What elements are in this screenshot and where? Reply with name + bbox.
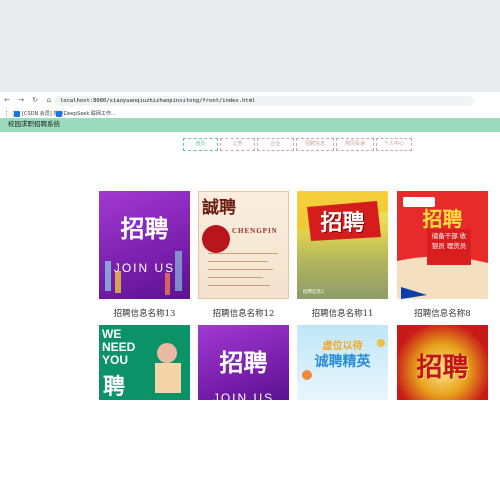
poster-subtitle: 招聘信息3 — [303, 290, 324, 295]
poster-headline: 誠聘 — [202, 198, 236, 218]
poster-subtitle: JOIN US — [113, 261, 176, 275]
job-poster[interactable]: 誠聘 CHENGPIN — [198, 191, 289, 299]
poster-headline: 招聘 — [416, 353, 469, 383]
menu-item-company[interactable]: 企业 — [257, 138, 294, 151]
poster-subtitle: CHENGPIN — [232, 227, 278, 235]
menu-item-home[interactable]: 首页 — [183, 138, 218, 151]
forward-icon[interactable]: → — [17, 96, 25, 104]
poster-headline: 聘 — [103, 375, 126, 400]
job-title[interactable]: 招聘信息名称11 — [297, 307, 388, 319]
browser-tab-strip — [0, 0, 500, 92]
menu-item-resume[interactable]: 简历投递 — [336, 138, 374, 151]
poster-subtitle: 虚位以待 — [322, 341, 363, 352]
job-title[interactable]: 招聘信息名称12 — [198, 307, 289, 319]
job-poster[interactable]: 招聘 招聘信息3 — [297, 191, 388, 299]
bookmark-label: DeepSeek 联网工作... — [64, 111, 116, 117]
back-icon[interactable]: ← — [3, 96, 11, 104]
poster-headline: 招聘 — [120, 215, 169, 243]
job-title[interactable]: 招聘信息名称13 — [99, 307, 190, 319]
menu-item-personal[interactable]: 个人中心 — [376, 138, 412, 151]
poster-subtitle: WE NEED YOU — [102, 327, 136, 367]
poster-headline: 招聘 — [422, 207, 463, 231]
reload-icon[interactable]: ↻ — [31, 96, 39, 104]
site-title: 校园求职招聘系统 — [8, 121, 60, 128]
bookmark-item[interactable]: DeepSeek 联网工作... — [56, 110, 116, 118]
job-poster[interactable]: 招聘 JOIN US — [198, 325, 289, 400]
job-poster[interactable]: 招聘 JOIN US — [99, 191, 190, 299]
job-poster[interactable]: WE NEED YOU 聘 — [99, 325, 190, 400]
site-header — [0, 118, 500, 132]
bookmark-icon — [14, 111, 20, 117]
poster-headline: 招聘 — [219, 349, 268, 377]
poster-decoration — [105, 251, 182, 295]
poster-headline: 招聘 — [320, 211, 365, 236]
menu-item-notice[interactable]: 公告 — [220, 138, 255, 151]
poster-subtitle: 储备干部 收银员 理货员 — [431, 232, 467, 250]
job-poster[interactable]: 虚位以待 诚聘精英 — [297, 325, 388, 400]
menu-item-jobs[interactable]: 招聘信息 — [296, 138, 334, 151]
job-title[interactable]: 招聘信息名称8 — [397, 307, 488, 319]
home-icon[interactable]: ⌂ — [45, 96, 53, 104]
job-poster[interactable]: 招聘 储备干部 收银员 理货员 — [397, 191, 488, 299]
poster-subtitle: JOIN US — [212, 391, 275, 400]
url-text[interactable]: localhost:8080/xiaoyuanqiuzhizhaopinxito… — [60, 96, 255, 106]
poster-headline: 诚聘精英 — [314, 354, 371, 370]
job-poster[interactable]: 招聘 — [397, 325, 488, 400]
bookmark-icon — [56, 111, 62, 117]
